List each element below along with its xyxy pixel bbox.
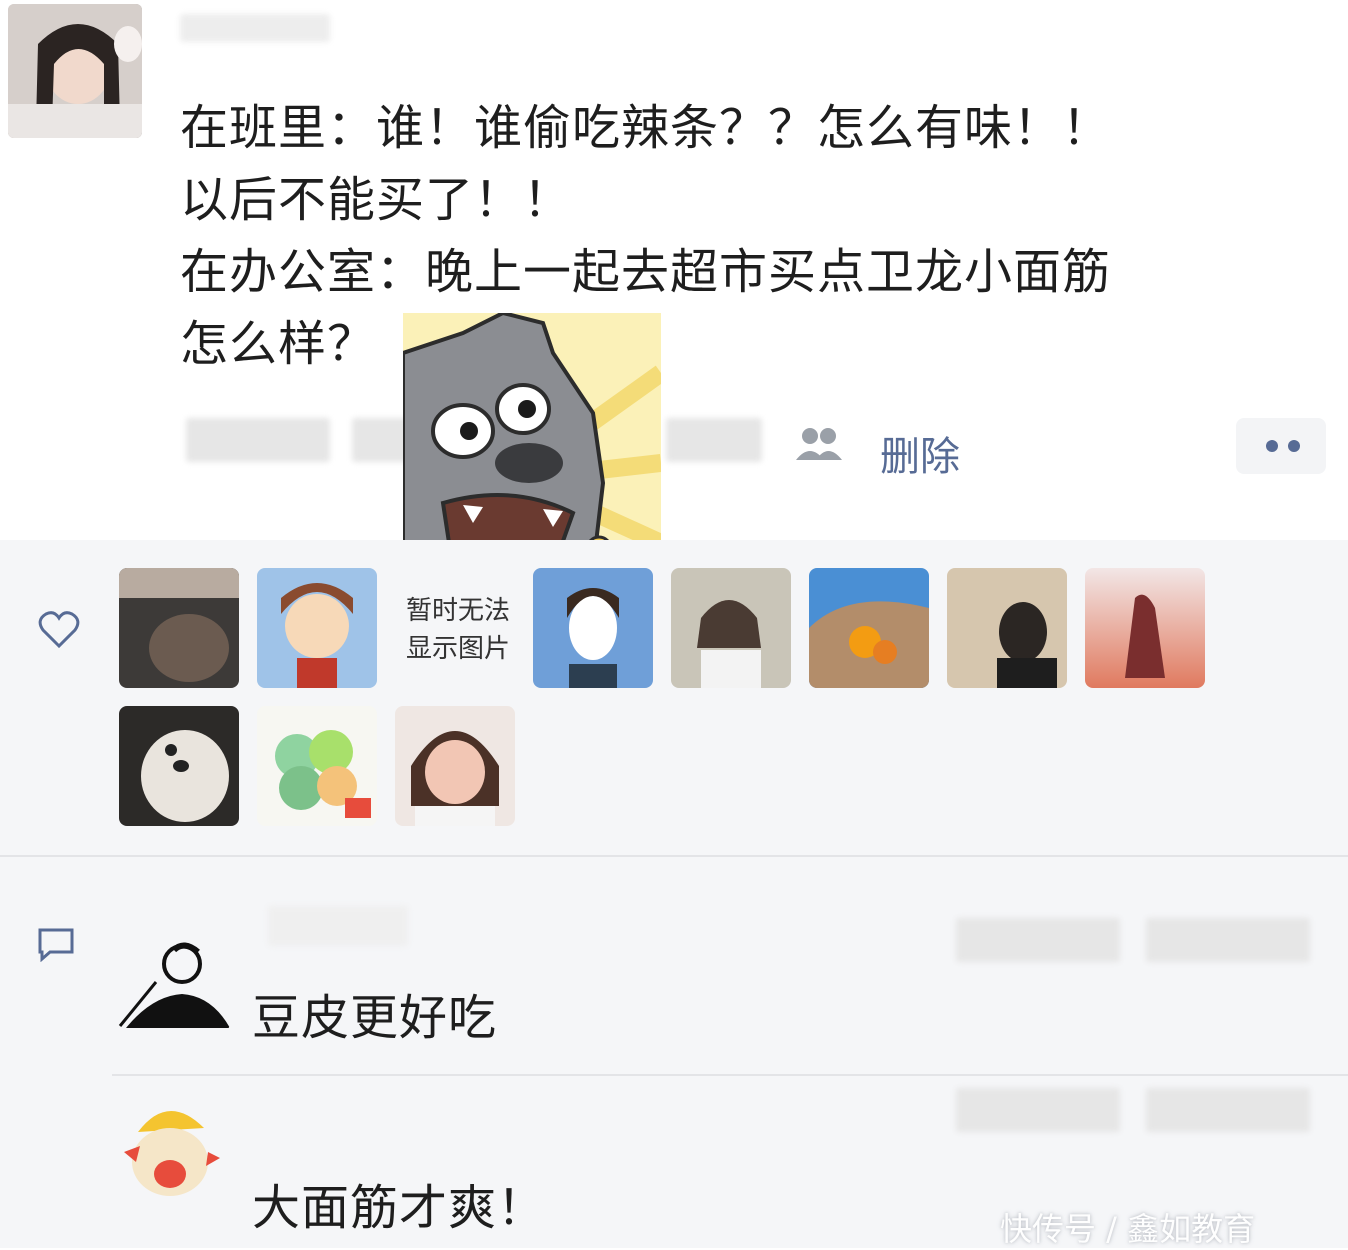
comment-time-redacted [956, 1088, 1120, 1132]
comment-text: 大面筋才爽！ [252, 1180, 547, 1236]
commenter-avatar[interactable] [112, 938, 230, 1030]
delete-link[interactable]: 删除 [880, 424, 960, 482]
post-text: 在班里：谁！谁偷吃辣条？？怎么有味！！ 以后不能买了！！ 在办公室：晚上一起去超… [180, 100, 1112, 372]
people-icon [796, 428, 842, 460]
like-avatar[interactable] [257, 706, 377, 826]
more-icon-dot [1288, 440, 1300, 452]
more-button[interactable] [1236, 418, 1326, 474]
wolf-sticker [403, 313, 661, 569]
source-redacted [666, 418, 762, 462]
like-avatar[interactable] [1085, 568, 1205, 688]
post-meta-row: 删除 [180, 410, 1340, 480]
like-avatar[interactable] [533, 568, 653, 688]
poster-name-redacted [180, 14, 330, 42]
comment-time-redacted [956, 918, 1120, 962]
like-avatar[interactable] [257, 568, 377, 688]
image-unavailable-placeholder: 暂时无法显示图片 [405, 596, 510, 664]
commenter-avatar[interactable] [112, 1092, 224, 1204]
comment-time-redacted [1146, 918, 1310, 962]
like-avatar[interactable] [395, 706, 515, 826]
like-avatar[interactable] [947, 568, 1067, 688]
like-avatar[interactable] [809, 568, 929, 688]
timestamp-redacted [186, 418, 330, 462]
heart-icon [38, 611, 80, 649]
more-icon [1266, 440, 1278, 452]
comment-icon [38, 928, 74, 962]
like-avatar[interactable] [119, 706, 239, 826]
moment-post: 在班里：谁！谁偷吃辣条？？怎么有味！！ 以后不能买了！！ 在办公室：晚上一起去超… [0, 0, 1348, 540]
section-divider [0, 855, 1348, 857]
comment-text: 豆皮更好吃 [252, 990, 498, 1046]
like-avatar[interactable] [119, 568, 239, 688]
comment-divider [112, 1074, 1348, 1076]
commenter-name-redacted [268, 906, 408, 946]
poster-avatar[interactable] [8, 4, 142, 138]
like-avatar[interactable] [671, 568, 791, 688]
watermark: 快传号 / 鑫如教育 [1000, 1210, 1256, 1248]
comment-time-redacted [1146, 1088, 1310, 1132]
